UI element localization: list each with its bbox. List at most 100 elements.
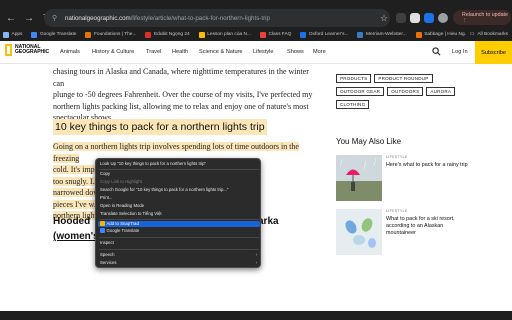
address-bar[interactable]: ⚲ nationalgeographic.com/lifestyle/artic… [44,9,390,27]
card-kicker: LIFESTYLE [386,155,408,159]
snaptrad-icon [100,221,105,226]
tag-aurora[interactable]: AURORA [426,87,456,96]
nav-science-nature[interactable]: Science & Nature [199,49,243,55]
rail-title: You May Also Like [336,137,402,146]
nav-health[interactable]: Health [172,49,188,55]
menu-item-label: Speech [100,252,115,257]
section-heading: 10 key things to pack for a northern lig… [53,119,267,135]
natgeo-logo[interactable]: NATIONAL GEOGRAPHIC [5,44,49,56]
menu-item-look-up[interactable]: Look Up "10 key things to pack for a nor… [98,161,260,167]
site-header: NATIONAL GEOGRAPHIC Animals History & Cul… [0,41,512,64]
back-icon[interactable]: ← [4,11,18,25]
related-card[interactable]: LIFESTYLE What to pack for a ski resort,… [336,209,476,259]
ski-gear-thumbnail[interactable] [336,209,382,255]
bookmark-item[interactable]: Apps [3,31,23,38]
menu-item-label: Services [100,260,117,265]
product-heading: Hooded [53,216,91,227]
menu-item-search-google[interactable]: Search Google for "10 key things to pack… [98,187,260,193]
rainy-trip-thumbnail[interactable] [336,155,382,201]
all-bookmarks-label: All Bookmarks [477,32,508,37]
browser-window: ← → ↻ ⚲ nationalgeographic.com/lifestyle… [0,0,512,320]
tag-list: PRODUCTS PRODUCT ROUNDUP OUTDOOR GEAR OU… [336,74,466,109]
bookmark-label: Class FAQ [268,32,292,37]
tag-products[interactable]: PRODUCTS [336,74,372,83]
menu-item-label: Google Translate [106,228,140,233]
bookmark-item[interactable]: Merriam-Webster... [357,31,407,38]
menu-item-reading-mode[interactable]: Open in Reading Mode [98,203,260,209]
bookmark-favicon-icon [85,31,92,38]
menu-item-add-to-snaptrad[interactable]: Add to SnapTrad [98,221,260,227]
bookmark-label: Foundations | The... [93,32,137,37]
bookmark-item[interactable]: Sabbage | Hieu Ng... [415,31,469,38]
menu-item-services[interactable]: Services › [98,260,260,266]
text-line: northern lights packing list, allowing m… [53,101,309,111]
forward-icon[interactable]: → [22,11,36,25]
bookmark-item[interactable]: Class FAQ [259,31,292,38]
submenu-arrow-icon: › [255,252,257,257]
nav-animals[interactable]: Animals [60,49,80,55]
nav-lifestyle[interactable]: Lifestyle [253,49,274,55]
relaunch-button[interactable]: Relaunch to update ⋮ [453,10,511,25]
url-host: nationalgeographic.com [65,14,131,22]
bookmark-item[interactable]: Lesson plan của N... [198,31,251,38]
profile-avatar[interactable] [438,13,448,23]
site-info-icon[interactable]: ⚲ [52,14,60,22]
bookmark-favicon-icon [300,31,307,38]
extensions-area [396,11,448,25]
subscribe-button[interactable]: Subscribe [475,41,512,64]
url-text: nationalgeographic.com/lifestyle/article… [65,15,270,22]
bookmark-item[interactable]: Oxford Learner's... [300,31,348,38]
bookmarks-bar: Apps Google Translate Foundations | The...… [0,28,512,41]
tag-outdoor-gear[interactable]: OUTDOOR GEAR [336,87,385,96]
menu-item-google-translate[interactable]: Google Translate [98,228,260,234]
menu-separator [99,249,259,250]
intro-paragraph: chasing tours in Alaska and Canada, wher… [53,66,313,124]
card-title[interactable]: Here's what to pack for a rainy trip [386,162,468,169]
bookmark-favicon-icon [415,31,422,38]
menu-item-inspect[interactable]: Inspect [98,240,260,246]
context-menu: Look Up "10 key things to pack for a nor… [95,158,261,268]
submenu-arrow-icon: › [255,260,257,265]
product-link-text[interactable]: (women's [53,231,99,242]
bookmark-item[interactable]: Edubit Ngọng 24 [145,31,190,38]
menu-item-copy-link-highlight: Copy Link to Highlight [100,179,142,184]
bookmark-star-icon[interactable]: ☆ [380,11,388,25]
bookmark-label: Apps [11,32,23,37]
nav-history-culture[interactable]: History & Culture [92,49,134,55]
bookmark-favicon-icon [259,31,266,38]
card-kicker: LIFESTYLE [386,209,408,213]
tag-product-roundup[interactable]: PRODUCT ROUNDUP [374,74,433,83]
bookmark-label: Sabbage | Hieu Ng... [424,32,469,37]
related-card[interactable]: LIFESTYLE Here's what to pack for a rain… [336,155,476,205]
card-title[interactable]: What to pack for a ski resort, according… [386,216,468,236]
menu-separator [99,169,259,170]
tag-clothing[interactable]: CLOTHING [336,100,370,109]
all-bookmarks-button[interactable]: ▭ All Bookmarks [465,28,508,41]
google-translate-icon [100,228,105,233]
nav-travel[interactable]: Travel [146,49,161,55]
bookmark-favicon-icon [3,31,9,38]
extension-icon[interactable] [410,13,420,23]
search-icon[interactable] [432,47,441,56]
tag-outdoors[interactable]: OUTDOORS [387,87,424,96]
menu-item-translate-selection[interactable]: Translate Selection to Tiếng Việt [98,211,260,217]
nav-shows[interactable]: Shows [287,49,304,55]
menu-separator [99,237,259,238]
bookmark-label: Lesson plan của N... [207,32,251,37]
address-row: ← → ↻ ⚲ nationalgeographic.com/lifestyle… [0,8,512,28]
menu-item-print[interactable]: Print... [98,195,260,201]
bookmark-item[interactable]: Google Translate [31,31,77,38]
bookmark-favicon-icon [198,31,205,38]
extension-icon[interactable] [424,13,434,23]
extension-icon[interactable] [396,13,406,23]
bookmark-label: Google Translate [39,32,77,37]
menu-item-copy[interactable]: Copy [98,171,260,177]
login-link[interactable]: Log In [452,49,468,55]
product-link[interactable]: (women's [53,231,99,242]
menu-item-speech[interactable]: Speech › [98,252,260,258]
url-path: /lifestyle/article/what-to-pack-for-nort… [130,14,270,22]
bookmark-item[interactable]: Foundations | The... [85,31,137,38]
text-line: chasing tours in Alaska and Canada, wher… [53,67,309,88]
bookmark-label: Merriam-Webster... [365,32,407,37]
nav-more[interactable]: More [313,49,326,55]
